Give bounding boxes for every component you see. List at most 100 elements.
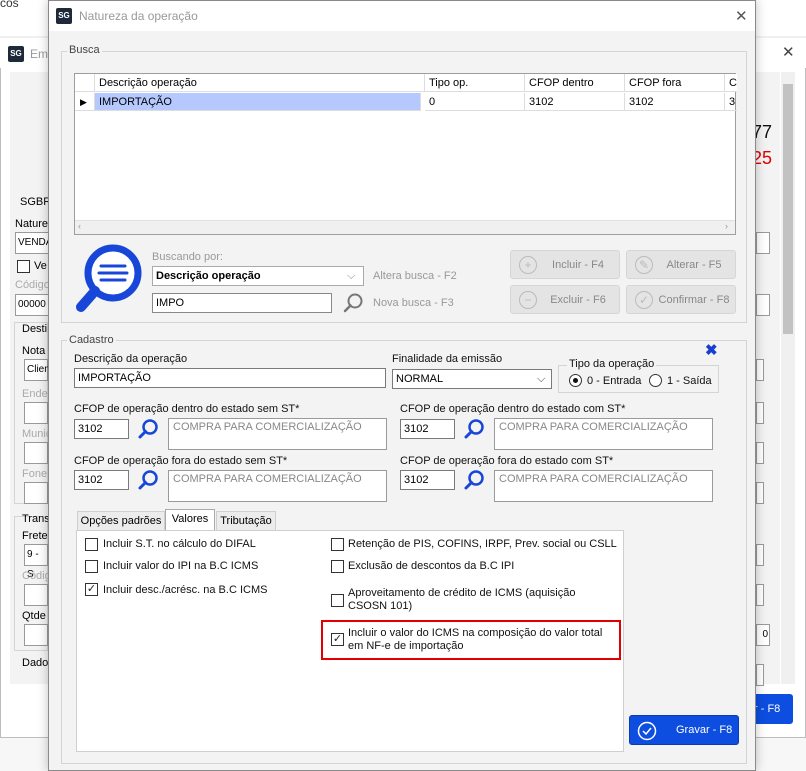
scroll-left-icon[interactable]: ‹ [78, 221, 81, 231]
finalidade-label: Finalidade da emissão [392, 353, 503, 365]
grid-col-cfop-fora[interactable]: CFOP fora [625, 74, 725, 92]
grid-row-header-corner [75, 74, 95, 92]
finalidade-select[interactable]: NORMAL ⌵ [392, 369, 552, 389]
bg-label-sgbr: SGBR [20, 196, 52, 208]
bg-label-trans: Trans [22, 513, 50, 525]
bg-right-field-9[interactable] [756, 664, 764, 686]
bg-close-icon[interactable]: ✕ [782, 43, 795, 61]
bg-right-field-1[interactable] [756, 294, 770, 316]
grid-cell-extra[interactable]: 3 [725, 93, 737, 111]
bg-right-field-8[interactable]: 0 [756, 624, 770, 646]
check-aproveitamento[interactable] [331, 594, 344, 607]
check-desc-acresc-label: Incluir desc./acrésc. na B.C ICMS [103, 584, 268, 596]
bg-clien-field[interactable]: Clien [24, 359, 50, 381]
bg-codigo-field[interactable]: 00000 [15, 294, 49, 316]
radio-entrada[interactable] [569, 374, 582, 387]
scroll-right-icon[interactable]: › [725, 221, 728, 231]
bg-frete-field[interactable]: 9 - S [24, 544, 48, 580]
radio-entrada-label: 0 - Entrada [587, 375, 642, 387]
chevron-down-icon: ⌵ [537, 373, 546, 385]
bg-venda-field[interactable]: VENDA [15, 232, 52, 254]
bg-label-dado: Dado [22, 657, 49, 669]
bg-right-field-6[interactable] [756, 544, 764, 566]
grid-cell-descricao[interactable]: IMPORTAÇÃO [95, 93, 421, 111]
bg-checkbox[interactable] [17, 260, 30, 273]
bg-qtde-field[interactable] [24, 624, 48, 646]
cfop-fora-com-input[interactable]: 3102 [400, 470, 455, 490]
grid-cell-cfop-fora[interactable]: 3102 [625, 93, 725, 111]
check-ipi-bc-label: Incluir valor do IPI na B.C ICMS [103, 560, 259, 572]
bg-window-title: Em [30, 47, 48, 61]
bg-right-field-3[interactable] [756, 402, 764, 424]
app-logo-icon: SG [8, 46, 24, 62]
grid-horizontal-scrollbar[interactable]: ‹ › [75, 220, 735, 234]
buscando-por-select[interactable]: Descrição operação ⌵ [152, 266, 364, 286]
bg-ende-field[interactable] [24, 402, 48, 424]
cfop-dentro-sem-desc: COMPRA PARA COMERCIALIZAÇÃO [168, 418, 387, 450]
check-ipi-bc[interactable] [85, 560, 98, 573]
search-icon[interactable] [463, 469, 485, 491]
check-circle-icon [637, 721, 657, 741]
cfop-dentro-com-desc: COMPRA PARA COMERCIALIZAÇÃO [494, 418, 713, 450]
check-exclusao[interactable] [331, 560, 344, 573]
bg-label-munic: Munic [22, 428, 52, 440]
clear-close-icon[interactable]: ✖ [705, 341, 718, 359]
search-icon [76, 244, 142, 312]
altera-busca-label: Altera busca - F2 [373, 270, 457, 282]
tab-opcoes-padroes[interactable]: Opções padrões [77, 511, 165, 531]
search-icon[interactable] [463, 418, 485, 440]
grid-col-tipo[interactable]: Tipo op. [425, 74, 525, 92]
cfop-dentro-sem-input[interactable]: 3102 [74, 419, 129, 439]
confirmar-button[interactable]: ✓ Confirmar - F8 [626, 285, 736, 314]
bg-right-field-5[interactable] [756, 482, 764, 504]
gravar-button[interactable]: Gravar - F8 [629, 715, 739, 745]
row-indicator-icon: ▶ [75, 93, 95, 111]
search-icon[interactable] [137, 418, 159, 440]
check-incluir-icms[interactable]: ✓ [331, 633, 344, 646]
search-input[interactable]: IMPO [152, 293, 332, 313]
bg-fone-field[interactable] [24, 482, 48, 504]
bg-right-field-4[interactable] [756, 442, 764, 464]
app-logo-icon: SG [56, 8, 72, 24]
operations-grid[interactable]: Descrição operação Tipo op. CFOP dentro … [74, 73, 737, 235]
radio-saida-label: 1 - Saída [667, 375, 712, 387]
grid-cell-cfop-dentro[interactable]: 3102 [525, 93, 625, 111]
bg-right-field-7[interactable] [756, 584, 764, 606]
bg-scrollbar[interactable] [781, 72, 795, 684]
tab-valores[interactable]: Valores [165, 509, 215, 531]
cfop-fora-com-label: CFOP de operação fora do estado com ST* [400, 455, 614, 467]
bg-right-dropdown[interactable] [756, 232, 770, 254]
grid-cell-tipo[interactable]: 0 [425, 93, 525, 111]
bg-label-codigo: Código [15, 279, 50, 291]
bg-label-ende: Ende [22, 388, 48, 400]
alterar-button[interactable]: ✎ Alterar - F5 [626, 250, 736, 279]
cfop-fora-sem-input[interactable]: 3102 [74, 470, 129, 490]
check-retencao[interactable] [331, 538, 344, 551]
check-desc-acresc[interactable]: ✓ [85, 583, 98, 596]
tipo-operacao-label: Tipo da operação [567, 358, 657, 370]
bg-scroll-thumb[interactable] [783, 84, 793, 334]
check-incluir-icms-label-2: em NF-e de importação [348, 640, 464, 652]
tab-tributacao[interactable]: Tributação [216, 511, 276, 531]
bg-munic-field[interactable] [24, 442, 48, 464]
incluir-button[interactable]: + Incluir - F4 [510, 250, 620, 279]
check-st-difal-label: Incluir S.T. no cálculo do DIFAL [103, 538, 256, 550]
cfop-dentro-com-input[interactable]: 3102 [400, 419, 455, 439]
grid-col-cfop-dentro[interactable]: CFOP dentro [525, 74, 625, 92]
dialog-title: Natureza da operação [79, 9, 198, 23]
close-icon[interactable]: ✕ [735, 7, 748, 25]
descricao-input[interactable]: IMPORTAÇÃO [74, 368, 386, 388]
grid-col-extra[interactable]: C [725, 74, 737, 92]
nova-busca-label: Nova busca - F3 [373, 297, 454, 309]
bg-label-dest: Desti [22, 323, 48, 335]
bg-codig2-field[interactable] [24, 584, 48, 606]
check-st-difal[interactable] [85, 538, 98, 551]
magnifier-icon[interactable] [342, 292, 364, 314]
search-icon[interactable] [137, 469, 159, 491]
bg-label-fone: Fone [22, 468, 48, 480]
radio-saida[interactable] [649, 374, 662, 387]
bg-right-field-2[interactable] [756, 359, 764, 381]
grid-col-descricao[interactable]: Descrição operação [95, 74, 425, 92]
excluir-button[interactable]: − Excluir - F6 [510, 285, 620, 314]
check-aproveitamento-label-2: CSOSN 101) [348, 600, 413, 612]
